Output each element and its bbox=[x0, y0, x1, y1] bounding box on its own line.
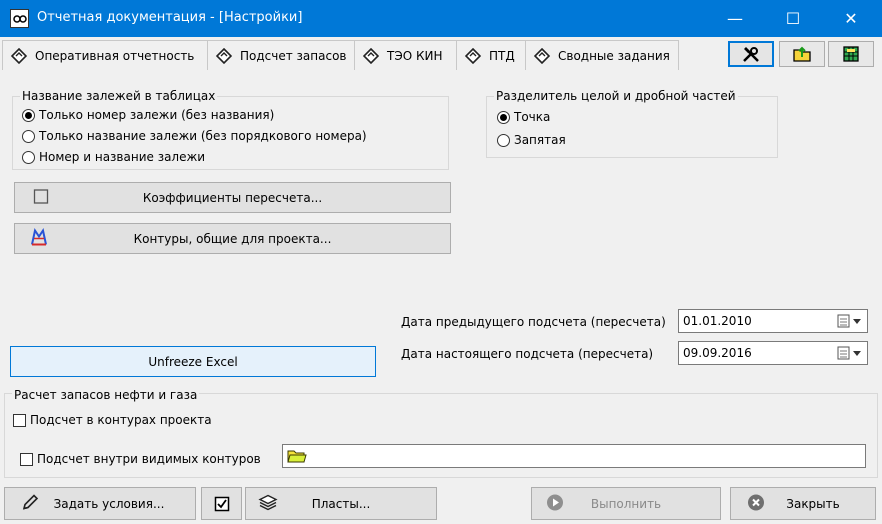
current-date-picker[interactable]: 09.09.2016 bbox=[678, 341, 868, 365]
set-conditions-label: Задать условия... bbox=[53, 496, 165, 511]
tab-label: ТЭО КИН bbox=[387, 48, 443, 63]
coefficients-label: Коэффициенты пересчета... bbox=[142, 190, 323, 205]
tab-diamond-icon bbox=[465, 47, 481, 64]
radio-number-and-name[interactable]: Номер и название залежи bbox=[22, 150, 205, 164]
radio-dot[interactable]: Точка bbox=[497, 110, 550, 124]
minimize-button[interactable]: — bbox=[712, 0, 758, 37]
checkbox[interactable] bbox=[13, 413, 26, 427]
maximize-button[interactable]: ☐ bbox=[770, 0, 816, 37]
previous-date-picker[interactable]: 01.01.2010 bbox=[678, 309, 868, 333]
title-bar: Отчетная документация - [Настройки] — ☐ … bbox=[0, 0, 882, 37]
tab-label: Подсчет запасов bbox=[240, 48, 347, 63]
grid-view-button[interactable] bbox=[828, 41, 874, 67]
execute-button[interactable]: Выполнить bbox=[531, 487, 721, 520]
contours-path-field[interactable] bbox=[282, 444, 866, 468]
checked-box-icon bbox=[214, 496, 229, 511]
radio-button[interactable] bbox=[497, 110, 510, 124]
checkbox-toggle-button[interactable] bbox=[201, 487, 242, 520]
tab-operational-reporting[interactable]: Оперативная отчетность bbox=[2, 40, 208, 70]
deposit-names-legend: Название залежей в таблицах bbox=[20, 89, 218, 103]
checkbox-project-contours[interactable]: Подсчет в контурах проекта bbox=[13, 413, 212, 427]
layers-label: Пласты... bbox=[311, 496, 371, 511]
export-button[interactable] bbox=[779, 41, 825, 67]
app-icon bbox=[10, 9, 29, 28]
tab-diamond-icon bbox=[534, 47, 550, 64]
separator-legend: Разделитель целой и дробной частей bbox=[494, 89, 738, 103]
calendar-dropdown-icon[interactable] bbox=[837, 346, 863, 360]
settings-tools-button[interactable] bbox=[728, 41, 774, 67]
radio-label: Только номер залежи (без названия) bbox=[39, 108, 275, 122]
grid-icon bbox=[843, 46, 859, 62]
previous-date-value: 01.01.2010 bbox=[683, 314, 752, 328]
tools-icon bbox=[743, 47, 759, 62]
radio-label: Только название залежи (без порядкового … bbox=[39, 129, 367, 143]
tab-ptd[interactable]: ПТД bbox=[456, 40, 526, 70]
pencil-icon bbox=[21, 493, 39, 514]
unfreeze-label: Unfreeze Excel bbox=[148, 354, 238, 369]
radio-button[interactable] bbox=[22, 150, 35, 164]
coefficients-button[interactable]: Коэффициенты пересчета... bbox=[14, 182, 451, 213]
set-conditions-button[interactable]: Задать условия... bbox=[4, 487, 196, 520]
window-title: Отчетная документация - [Настройки] bbox=[37, 10, 303, 25]
tab-teo-kin[interactable]: ТЭО КИН bbox=[354, 40, 457, 70]
checkbox-label: Подсчет в контурах проекта bbox=[30, 413, 212, 427]
tab-label: ПТД bbox=[489, 48, 515, 63]
radio-label: Номер и название залежи bbox=[39, 150, 206, 164]
separator-group: Разделитель целой и дробной частей bbox=[486, 89, 778, 158]
close-window-button[interactable]: ✕ bbox=[828, 0, 874, 37]
tab-summary-tasks[interactable]: Сводные задания bbox=[525, 40, 679, 70]
layers-icon bbox=[258, 493, 278, 514]
folder-icon[interactable] bbox=[287, 448, 307, 464]
contours-icon bbox=[29, 227, 49, 250]
tab-diamond-icon bbox=[363, 47, 379, 64]
radio-label: Точка bbox=[514, 110, 551, 124]
layers-button[interactable]: Пласты... bbox=[245, 487, 437, 520]
tab-label: Оперативная отчетность bbox=[35, 48, 195, 63]
checkbox[interactable] bbox=[20, 452, 33, 466]
folder-export-icon bbox=[793, 46, 811, 62]
square-icon bbox=[33, 188, 49, 207]
contours-label: Контуры, общие для проекта... bbox=[133, 231, 332, 246]
radio-number-only[interactable]: Только номер залежи (без названия) bbox=[22, 108, 274, 122]
current-date-label: Дата настоящего подсчета (пересчета) bbox=[401, 347, 654, 361]
tab-label: Сводные задания bbox=[558, 48, 670, 63]
close-label: Закрыть bbox=[786, 496, 840, 511]
close-circle-icon bbox=[747, 493, 765, 514]
radio-button[interactable] bbox=[22, 129, 35, 143]
unfreeze-excel-button[interactable]: Unfreeze Excel bbox=[10, 346, 376, 377]
calendar-dropdown-icon[interactable] bbox=[837, 314, 863, 328]
radio-button[interactable] bbox=[497, 133, 510, 147]
close-button[interactable]: Закрыть bbox=[730, 487, 876, 520]
checkbox-visible-contours[interactable]: Подсчет внутри видимых контуров bbox=[20, 452, 261, 466]
tab-reserves-count[interactable]: Подсчет запасов bbox=[207, 40, 355, 70]
checkbox-label: Подсчет внутри видимых контуров bbox=[37, 452, 261, 466]
radio-comma[interactable]: Запятая bbox=[497, 133, 566, 147]
reserves-legend: Расчет запасов нефти и газа bbox=[12, 388, 200, 402]
project-contours-button[interactable]: Контуры, общие для проекта... bbox=[14, 223, 451, 254]
tab-diamond-icon bbox=[11, 47, 27, 64]
execute-label: Выполнить bbox=[590, 496, 662, 511]
tab-diamond-icon bbox=[216, 47, 232, 64]
current-date-value: 09.09.2016 bbox=[683, 346, 752, 360]
radio-button[interactable] bbox=[22, 108, 35, 122]
radio-label: Запятая bbox=[514, 133, 566, 147]
previous-date-label: Дата предыдущего подсчета (пересчета) bbox=[401, 315, 666, 329]
play-icon bbox=[546, 493, 564, 514]
radio-name-only[interactable]: Только название залежи (без порядкового … bbox=[22, 129, 367, 143]
